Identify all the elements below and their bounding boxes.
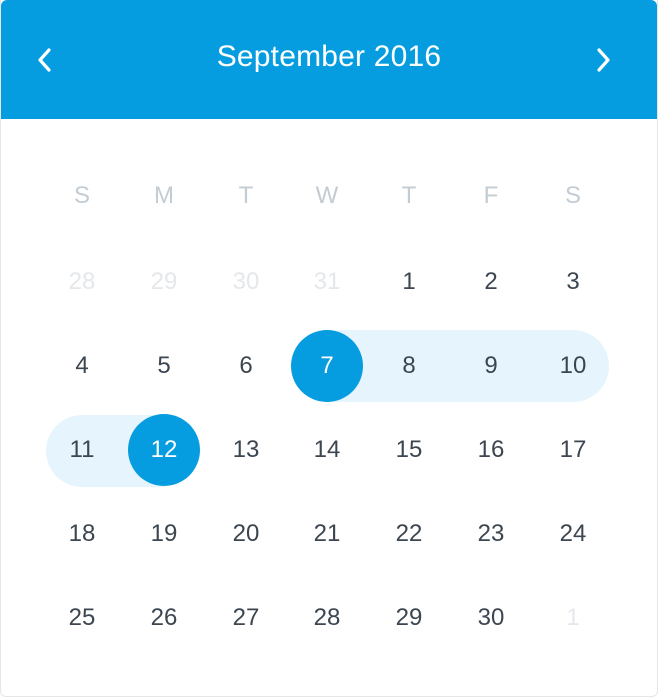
day-cell[interactable]: 17: [537, 414, 609, 486]
day-cell[interactable]: 14: [291, 414, 363, 486]
day-cell[interactable]: 25: [46, 582, 118, 654]
day-cell-outside-month[interactable]: 30: [210, 246, 282, 318]
day-cell[interactable]: 1: [373, 246, 445, 318]
day-cell[interactable]: 28: [291, 582, 363, 654]
day-cell-outside-month[interactable]: 29: [128, 246, 200, 318]
calendar-header: September 2016: [1, 0, 657, 119]
weekday-label: T: [401, 182, 417, 209]
day-cell-outside-month[interactable]: 1: [537, 582, 609, 654]
day-cell[interactable]: 20: [210, 498, 282, 570]
day-cell[interactable]: 29: [373, 582, 445, 654]
day-cell[interactable]: 3: [537, 246, 609, 318]
day-cell-in-range[interactable]: 9: [455, 330, 527, 402]
weekday-label: S: [73, 182, 90, 209]
day-cell[interactable]: 16: [455, 414, 527, 486]
day-cell[interactable]: 4: [46, 330, 118, 402]
weekday-label: S: [564, 182, 581, 209]
day-cell[interactable]: 15: [373, 414, 445, 486]
day-cell[interactable]: 6: [210, 330, 282, 402]
chevron-right-icon: [594, 46, 612, 74]
day-cell-outside-month[interactable]: 28: [46, 246, 118, 318]
weekday-label: M: [154, 182, 174, 209]
next-month-button[interactable]: [581, 36, 625, 84]
weekday-label: F: [483, 182, 499, 209]
day-cell[interactable]: 23: [455, 498, 527, 570]
day-cell-range-end[interactable]: 12: [128, 414, 200, 486]
day-cell[interactable]: 18: [46, 498, 118, 570]
day-cell-outside-month[interactable]: 31: [291, 246, 363, 318]
weekday-label: T: [238, 182, 254, 209]
day-cell[interactable]: 22: [373, 498, 445, 570]
day-cell[interactable]: 13: [210, 414, 282, 486]
date-picker: September 2016 S M T W T F S 28 29 30 31…: [0, 0, 658, 697]
day-cell-in-range[interactable]: 8: [373, 330, 445, 402]
weekday-header-row: S M T W T F S: [1, 182, 657, 216]
day-cell[interactable]: 26: [128, 582, 200, 654]
day-cell[interactable]: 27: [210, 582, 282, 654]
day-cell-in-range[interactable]: 10: [537, 330, 609, 402]
day-cell-range-start[interactable]: 7: [291, 330, 363, 402]
day-cell[interactable]: 24: [537, 498, 609, 570]
day-cell[interactable]: 21: [291, 498, 363, 570]
day-cell[interactable]: 2: [455, 246, 527, 318]
month-title: September 2016: [216, 40, 442, 73]
weekday-label: W: [315, 182, 339, 209]
day-cell-in-range[interactable]: 11: [46, 414, 118, 486]
day-cell[interactable]: 30: [455, 582, 527, 654]
day-cell[interactable]: 19: [128, 498, 200, 570]
day-cell[interactable]: 5: [128, 330, 200, 402]
